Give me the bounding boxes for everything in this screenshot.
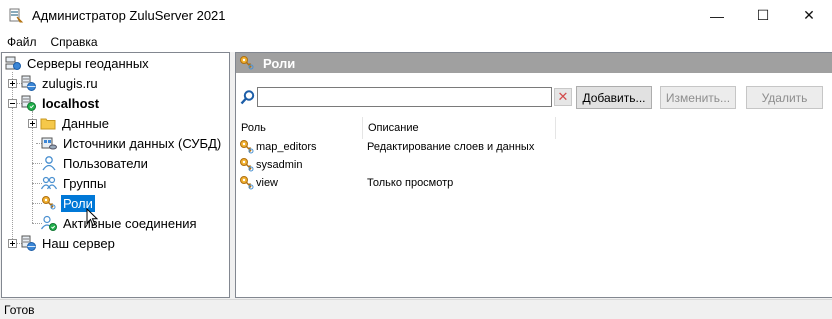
role-name: map_editors [256,141,317,153]
server-globe-icon [21,235,36,251]
role-key-icon [240,158,254,172]
tree-item-label: localhost [42,95,100,111]
clear-search-button[interactable]: ✕ [554,88,572,106]
tree-root-label: Серверы геоданных [27,55,149,71]
tree-item-label: Наш сервер [42,235,115,251]
role-key-icon [240,56,254,70]
group-icon [41,176,57,190]
active-connection-icon [41,215,57,231]
expand-toggle[interactable] [28,118,37,128]
folder-icon [40,118,56,130]
minimize-button[interactable]: — [694,0,740,31]
search-input[interactable] [257,87,552,107]
clear-icon: ✕ [557,89,569,104]
server-tree[interactable]: Серверы геоданных zulugis.ru localhost Д… [1,52,230,298]
window-title: Администратор ZuluServer 2021 [32,8,226,23]
maximize-icon: ☐ [756,7,770,23]
tree-root[interactable]: Серверы геоданных [5,53,151,73]
table-row[interactable]: sysadmin [239,156,367,174]
tree-item-label: Группы [63,175,107,191]
role-key-icon [240,140,254,154]
tree-item-active-connections[interactable]: Активные соединения [41,213,199,233]
maximize-button[interactable]: ☐ [740,0,786,31]
tree-item-our-server[interactable]: Наш сервер [8,233,117,253]
close-icon: ✕ [803,7,815,23]
menu-help[interactable]: Справка [44,35,105,49]
role-description: Только просмотр [367,177,454,189]
column-header-description[interactable]: Описание [363,117,556,139]
tree-item-label: Источники данных (СУБД) [63,135,222,151]
tree-item-localhost[interactable]: localhost [8,93,101,113]
column-header-label: Описание [368,122,419,134]
database-source-icon [41,137,57,150]
status-text: Готов [4,302,35,317]
panel-title: Роли [263,55,296,71]
delete-button[interactable]: Удалить [746,86,823,109]
server-globe-icon [21,75,36,91]
role-name: sysadmin [256,159,303,171]
tree-item-label: Пользователи [63,155,148,171]
tree-item-users[interactable]: Пользователи [41,153,150,173]
server-online-icon [21,95,36,111]
app-icon [8,8,24,24]
collapse-toggle[interactable] [8,98,17,108]
status-bar: Готов [0,299,832,319]
tree-item-label: Данные [62,115,109,131]
menu-file[interactable]: Файл [0,35,44,49]
role-name: view [256,177,279,189]
role-description: Редактирование слоев и данных [367,141,535,153]
role-key-icon [240,176,254,190]
table-row[interactable]: map_editors Редактирование слоев и данны… [239,138,534,156]
tree-item-groups[interactable]: Группы [41,173,108,193]
servers-icon [5,56,21,70]
tree-item-data-sources[interactable]: Источники данных (СУБД) [41,133,223,153]
user-icon [42,156,56,171]
tree-item-data[interactable]: Данные [28,113,111,133]
add-button[interactable]: Добавить... [576,86,652,109]
search-icon [240,90,255,105]
menu-bar: Файл Справка [0,31,832,52]
close-button[interactable]: ✕ [786,0,832,31]
panel-header: Роли [236,53,832,73]
minimize-icon: — [710,7,724,24]
tree-item-zulugis[interactable]: zulugis.ru [8,73,100,93]
tree-item-label: Активные соединения [63,215,197,231]
column-header-label: Роль [241,122,266,134]
expand-toggle[interactable] [8,238,17,248]
role-key-icon [42,196,56,210]
column-header-role[interactable]: Роль [236,117,363,139]
title-bar: Администратор ZuluServer 2021 — ☐ ✕ [0,0,832,31]
edit-button[interactable]: Изменить... [660,86,736,109]
expand-toggle[interactable] [8,78,17,88]
tree-item-label: zulugis.ru [42,75,98,91]
mouse-cursor-icon [86,208,99,227]
table-row[interactable]: view Только просмотр [239,174,453,192]
roles-panel: Роли ✕ Добавить... Изменить... Удалить Р… [235,52,832,298]
